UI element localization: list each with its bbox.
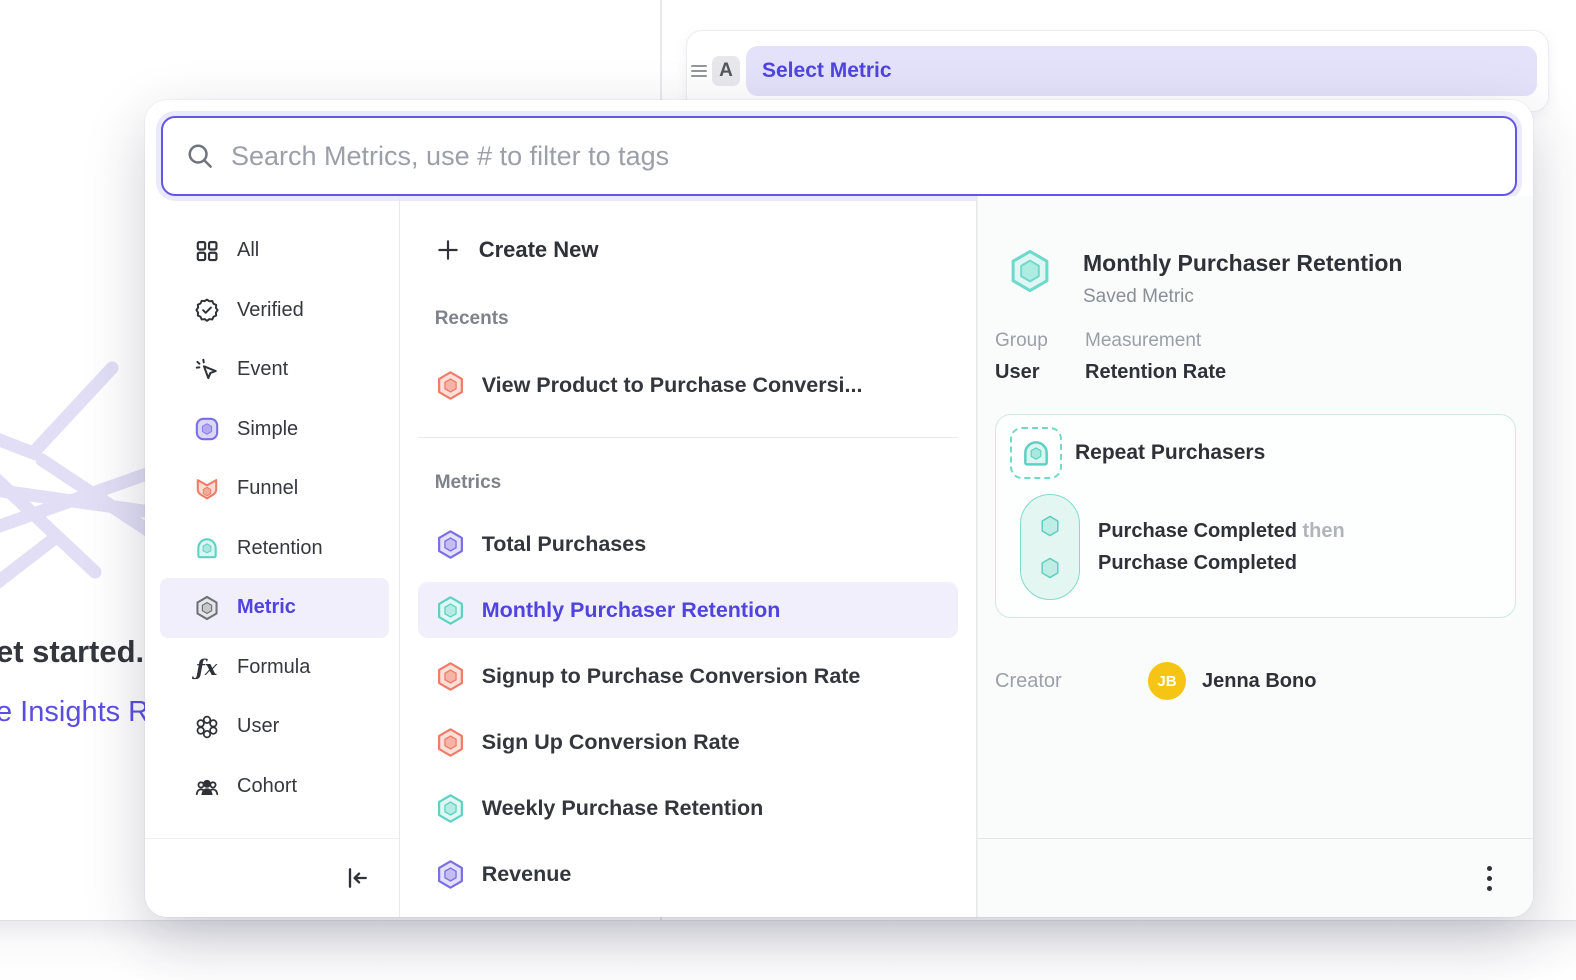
sidebar-item-label: Event [237, 358, 288, 381]
creator-label: Creator [995, 670, 1148, 693]
funnel-icon [193, 475, 220, 502]
retention-icon [193, 535, 220, 562]
step-capsule [1020, 494, 1080, 600]
metric-detail-panel: Monthly Purchaser Retention Saved Metric… [977, 196, 1533, 917]
collapse-left-icon[interactable] [343, 864, 371, 892]
retention-arch-icon [1020, 437, 1052, 469]
metric-item-label: Weekly Purchase Retention [482, 796, 764, 821]
definition-card: Repeat Purchasers Purchase Completed the… [995, 414, 1516, 618]
recent-metric-item[interactable]: View Product to Purchase Conversi... [418, 357, 958, 413]
step-connector: then [1303, 520, 1345, 542]
metric-list: Total Purchases Monthly Purchaser Retent… [418, 516, 958, 902]
metric-item-revenue[interactable]: Revenue [418, 846, 958, 902]
sidebar-item-user[interactable]: User [160, 697, 389, 757]
step-hexagon-icon [1037, 555, 1063, 581]
definition-step-2: Purchase Completed [1098, 552, 1345, 575]
definition-dashed-icon [1010, 427, 1062, 479]
metric-hex-icon-purple [435, 529, 466, 560]
sidebar-item-label: User [237, 715, 279, 738]
metric-item-sign-up-conversion[interactable]: Sign Up Conversion Rate [418, 714, 958, 770]
verified-badge-icon [193, 297, 220, 324]
metric-item-label: View Product to Purchase Conversi... [482, 373, 863, 398]
detail-header: Monthly Purchaser Retention Saved Metric [995, 248, 1516, 308]
definition-step-1: Purchase Completed then [1098, 520, 1345, 543]
sidebar-item-verified[interactable]: Verified [160, 281, 389, 341]
metrics-header: Metrics [418, 472, 958, 496]
sidebar-item-label: Formula [237, 656, 310, 679]
metric-hex-icon-teal-large [1007, 248, 1053, 294]
step-hexagon-icon [1037, 513, 1063, 539]
detail-title: Monthly Purchaser Retention [1083, 248, 1402, 278]
list-divider [418, 437, 958, 438]
metric-hexagon-icon [193, 594, 220, 621]
plus-icon [435, 237, 461, 263]
sidebar-item-formula[interactable]: ƒx Formula [160, 638, 389, 698]
metric-list-panel: Create New Recents View Product to Purch… [400, 196, 977, 917]
search-bar [161, 116, 1517, 196]
metric-picker-modal: All Verified Event [145, 100, 1533, 917]
metric-item-signup-to-purchase[interactable]: Signup to Purchase Conversion Rate [418, 648, 958, 704]
metric-item-total-purchases[interactable]: Total Purchases [418, 516, 958, 572]
sidebar-item-funnel[interactable]: Funnel [160, 459, 389, 519]
metric-item-label: Revenue [482, 862, 572, 887]
sidebar-item-label: Metric [237, 596, 296, 619]
cohort-icon [193, 773, 220, 800]
group-label: Group [995, 330, 1061, 352]
creator-avatar: JB [1148, 662, 1186, 700]
metric-item-label: Signup to Purchase Conversion Rate [482, 664, 861, 689]
detail-subtitle: Saved Metric [1083, 286, 1402, 308]
detail-footer [978, 838, 1533, 917]
metric-item-monthly-purchaser-retention[interactable]: Monthly Purchaser Retention [418, 582, 958, 638]
cursor-click-icon [193, 356, 220, 383]
sidebar-item-cohort[interactable]: Cohort [160, 757, 389, 817]
metric-item-weekly-purchase-retention[interactable]: Weekly Purchase Retention [418, 780, 958, 836]
metric-hex-icon-coral [435, 727, 466, 758]
measurement-value: Retention Rate [1085, 361, 1226, 384]
select-metric-field[interactable]: Select Metric [746, 46, 1537, 96]
grid-icon [193, 237, 220, 264]
simple-metric-icon [193, 416, 220, 443]
sidebar-footer [145, 838, 399, 917]
background-link-fragment[interactable]: e Insights Re [0, 696, 165, 729]
metric-item-label: Sign Up Conversion Rate [482, 730, 740, 755]
decorative-lines [0, 360, 160, 620]
background-headline-fragment: et started. [0, 634, 144, 670]
sidebar-item-label: Simple [237, 418, 298, 441]
create-new-button[interactable]: Create New [418, 230, 958, 270]
metric-hex-icon-teal [435, 595, 466, 626]
sidebar-item-simple[interactable]: Simple [160, 400, 389, 460]
more-options-icon[interactable] [1483, 862, 1496, 895]
creator-row: Creator JB Jenna Bono [995, 662, 1516, 700]
measurement-label: Measurement [1085, 330, 1226, 352]
group-value: User [995, 361, 1061, 384]
row-letter-badge: A [712, 56, 740, 86]
user-cluster-icon [193, 713, 220, 740]
page-bottom-edge [0, 920, 1576, 980]
definition-name: Repeat Purchasers [1075, 441, 1265, 465]
metric-hex-icon-coral [435, 661, 466, 692]
metric-hex-icon-teal [435, 793, 466, 824]
search-input[interactable] [161, 116, 1517, 196]
recents-header: Recents [418, 308, 958, 332]
drag-handle-icon[interactable] [691, 65, 707, 77]
sidebar-item-event[interactable]: Event [160, 340, 389, 400]
creator-name: Jenna Bono [1202, 670, 1316, 693]
metric-hex-icon-purple [435, 859, 466, 890]
metric-item-label: Total Purchases [482, 532, 647, 557]
filter-sidebar: All Verified Event [145, 196, 400, 917]
sidebar-item-label: All [237, 239, 259, 262]
sidebar-item-retention[interactable]: Retention [160, 519, 389, 579]
sidebar-item-metric[interactable]: Metric [160, 578, 389, 638]
sidebar-item-label: Funnel [237, 477, 298, 500]
sidebar-item-label: Cohort [237, 775, 297, 798]
metric-hex-icon-coral [435, 370, 466, 401]
sidebar-item-label: Verified [237, 299, 304, 322]
detail-meta: Group User Measurement Retention Rate [995, 330, 1516, 384]
sidebar-item-all[interactable]: All [160, 221, 389, 281]
metric-item-label: Monthly Purchaser Retention [482, 598, 781, 623]
create-new-label: Create New [479, 237, 599, 263]
select-metric-label: Select Metric [762, 59, 892, 83]
formula-icon: ƒx [193, 654, 220, 681]
sidebar-item-label: Retention [237, 537, 323, 560]
